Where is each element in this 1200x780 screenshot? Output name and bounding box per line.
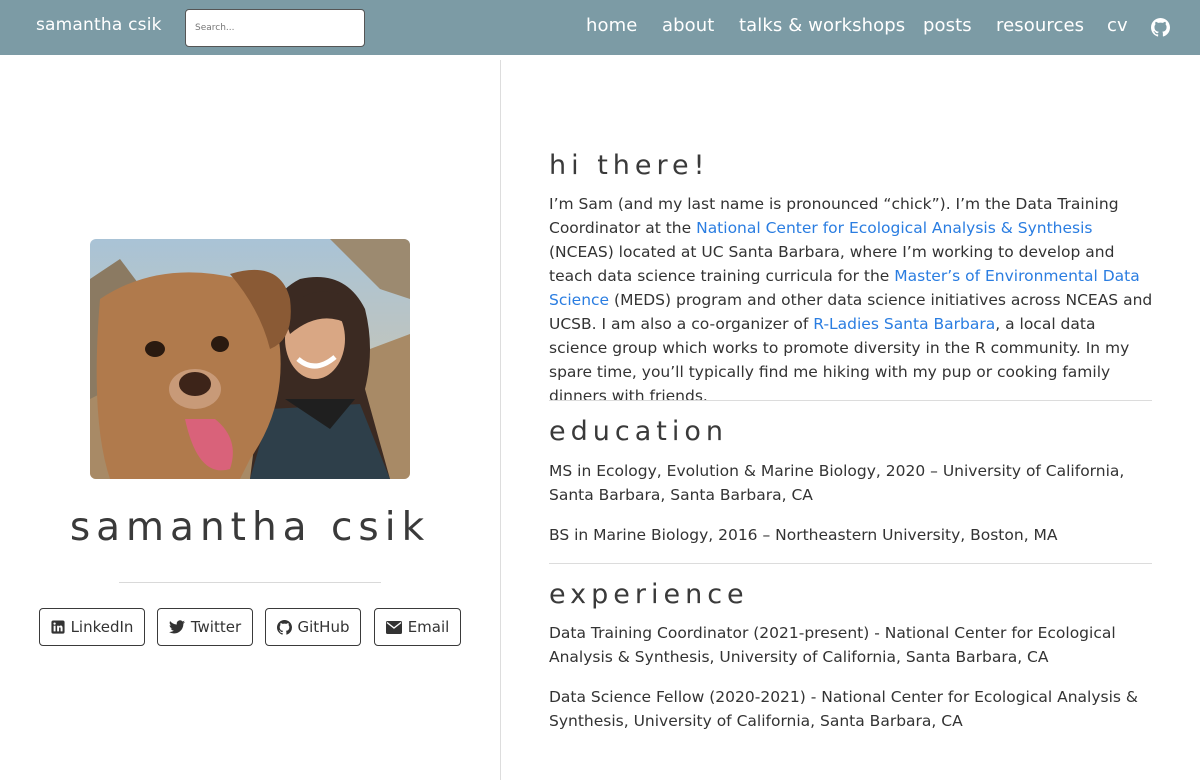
- column-divider: [500, 60, 501, 780]
- github-icon[interactable]: [1151, 18, 1170, 37]
- section-divider: [549, 400, 1152, 401]
- education-item: BS in Marine Biology, 2016 – Northeaster…: [549, 526, 1058, 544]
- github-button[interactable]: GitHub: [265, 608, 361, 646]
- experience-item: Data Science Fellow (2020-2021) - Nation…: [549, 688, 1138, 730]
- navbar: samantha csik home about talks & worksho…: [0, 0, 1200, 55]
- nav-link-resources[interactable]: resources: [996, 15, 1084, 36]
- twitter-icon: [168, 620, 185, 634]
- nceas-link[interactable]: National Center for Ecological Analysis …: [696, 219, 1092, 237]
- github-label: GitHub: [297, 618, 350, 636]
- search-input[interactable]: [185, 9, 365, 47]
- profile-divider: [119, 582, 381, 583]
- nav-link-home[interactable]: home: [586, 15, 637, 36]
- section-divider: [549, 563, 1152, 564]
- nav-link-posts[interactable]: posts: [923, 15, 972, 36]
- profile-name: samantha csik: [69, 505, 431, 550]
- linkedin-icon: [51, 620, 65, 634]
- twitter-button[interactable]: Twitter: [157, 608, 253, 646]
- linkedin-button[interactable]: LinkedIn: [39, 608, 145, 646]
- email-label: Email: [407, 618, 450, 636]
- nav-link-talks-workshops[interactable]: talks & workshops: [739, 15, 905, 36]
- experience-item: Data Training Coordinator (2021-present)…: [549, 624, 1116, 666]
- envelope-icon: [385, 620, 402, 634]
- linkedin-label: LinkedIn: [70, 618, 134, 636]
- profile-photo: [90, 239, 410, 479]
- email-button[interactable]: Email: [374, 608, 461, 646]
- nav-link-cv[interactable]: cv: [1107, 15, 1128, 36]
- intro-heading: hi there!: [549, 150, 710, 181]
- rladies-link[interactable]: R-Ladies Santa Barbara: [813, 315, 995, 333]
- nav-link-about[interactable]: about: [662, 15, 714, 36]
- twitter-label: Twitter: [190, 618, 242, 636]
- intro-paragraph: I’m Sam (and my last name is pronounced …: [549, 192, 1154, 408]
- experience-heading: experience: [549, 579, 749, 610]
- education-item: MS in Ecology, Evolution & Marine Biolog…: [549, 462, 1125, 504]
- github-icon: [276, 619, 292, 635]
- site-brand[interactable]: samantha csik: [36, 15, 162, 35]
- education-heading: education: [549, 416, 728, 447]
